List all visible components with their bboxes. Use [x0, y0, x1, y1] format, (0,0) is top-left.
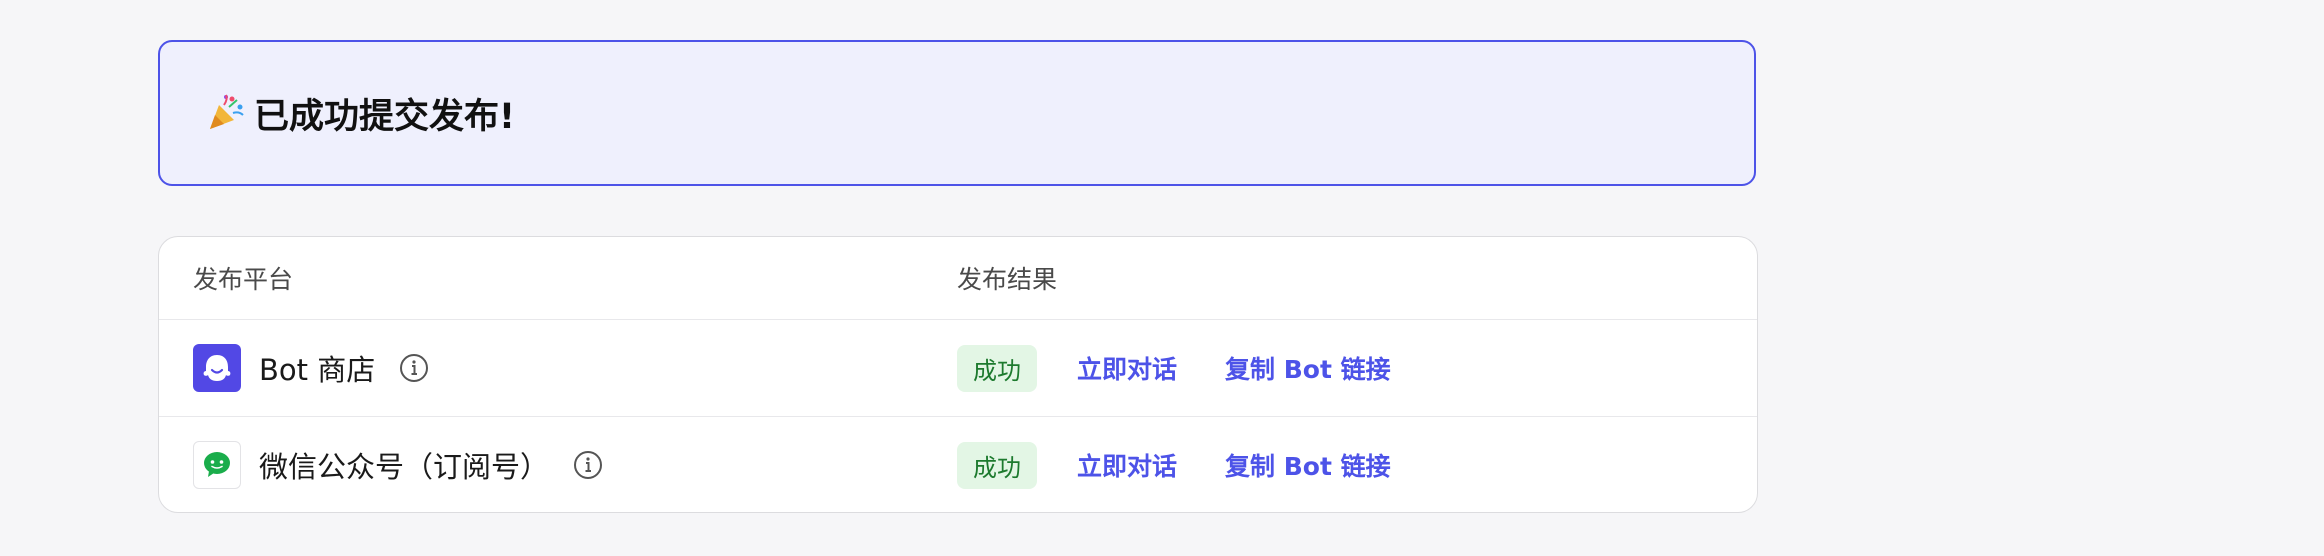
party-popper-icon — [206, 93, 246, 133]
bot-store-icon — [193, 344, 241, 392]
copy-bot-link[interactable]: 复制 Bot 链接 — [1225, 350, 1391, 386]
success-banner: 已成功提交发布! — [158, 40, 1756, 186]
publish-result-table: 发布平台 发布结果 Bot 商店 成功 立即对话 复制 Bot 链接 微信公众号… — [158, 236, 1758, 513]
table-row: Bot 商店 成功 立即对话 复制 Bot 链接 — [159, 320, 1757, 417]
result-cell: 成功 立即对话 复制 Bot 链接 — [957, 320, 1439, 416]
platform-name: Bot 商店 — [259, 353, 376, 387]
chat-now-link[interactable]: 立即对话 — [1077, 350, 1177, 386]
result-cell: 成功 立即对话 复制 Bot 链接 — [957, 417, 1439, 512]
banner-title: 已成功提交发布! — [254, 96, 515, 137]
header-platform: 发布平台 — [193, 265, 294, 294]
table-header: 发布平台 发布结果 — [159, 237, 1757, 320]
info-icon[interactable] — [399, 353, 429, 383]
platform-cell: Bot 商店 — [193, 320, 429, 416]
chat-now-link[interactable]: 立即对话 — [1077, 447, 1177, 483]
wechat-icon — [193, 441, 241, 489]
info-icon[interactable] — [573, 450, 603, 480]
status-badge: 成功 — [957, 344, 1037, 392]
platform-name: 微信公众号（订阅号） — [259, 450, 550, 484]
copy-bot-link[interactable]: 复制 Bot 链接 — [1225, 447, 1391, 483]
table-row: 微信公众号（订阅号） 成功 立即对话 复制 Bot 链接 — [159, 417, 1757, 512]
status-badge: 成功 — [957, 441, 1037, 489]
header-result: 发布结果 — [957, 265, 1058, 294]
platform-cell: 微信公众号（订阅号） — [193, 417, 603, 512]
